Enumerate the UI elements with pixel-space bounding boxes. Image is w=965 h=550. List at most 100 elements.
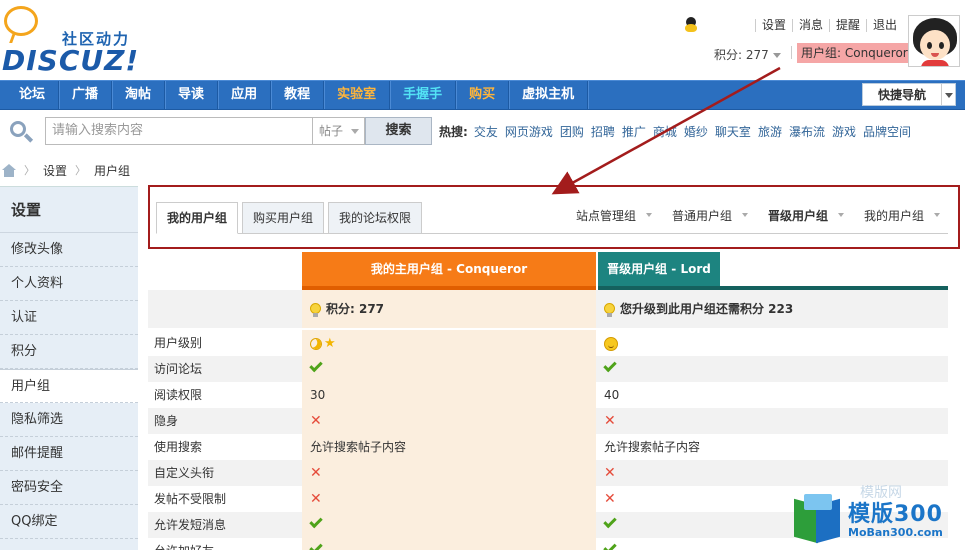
avatar[interactable]: [908, 15, 960, 67]
hot-search-link[interactable]: 游戏: [832, 123, 856, 140]
divider: [791, 46, 792, 59]
cross-icon: ✕: [310, 413, 322, 429]
group-type-menu: 站点管理组 普通用户组 晋级用户组 我的用户组: [576, 207, 960, 224]
bulb-icon: [604, 302, 615, 317]
tab-my-usergroup[interactable]: 我的用户组: [156, 202, 239, 234]
sidebar-item-qq[interactable]: QQ绑定: [0, 505, 138, 539]
nav-item-tutorial[interactable]: 教程: [271, 81, 325, 109]
row-label: 使用搜索: [154, 440, 203, 454]
nav-item-lab[interactable]: 实验室: [324, 81, 391, 109]
group-menu-mine[interactable]: 我的用户组: [864, 207, 941, 224]
site-header: 社区动力 DISCUZ! 设置 消息 提醒 退出 积分: 277 用户组: Co…: [0, 0, 965, 80]
nav-item-handshake[interactable]: 手握手: [390, 81, 457, 109]
sidebar-item-credits[interactable]: 积分: [0, 335, 138, 369]
sidebar-item-avatar[interactable]: 修改头像: [0, 233, 138, 267]
search-input[interactable]: 请输入搜索内容: [45, 117, 313, 145]
search-button[interactable]: 搜索: [365, 117, 432, 145]
hot-search-link[interactable]: 交友: [474, 123, 498, 140]
home-icon[interactable]: [2, 163, 16, 177]
table-cell: ✕: [302, 460, 596, 486]
tab-buy-usergroup[interactable]: 购买用户组: [242, 202, 325, 234]
row-label: 隐身: [154, 414, 179, 428]
current-credit-text: 积分: 277: [326, 302, 385, 316]
search-type-select[interactable]: 帖子: [313, 117, 365, 145]
moon-icon: [308, 335, 324, 352]
sidebar-item-profile[interactable]: 个人资料: [0, 267, 138, 301]
table-row: 用户级别 ★: [148, 330, 948, 356]
hot-search: 热搜: 交友 网页游戏 团购 招聘 推广 商城 婚纱 聊天室 旅游 瀑布流 游戏…: [439, 123, 918, 140]
hot-search-link[interactable]: 品牌空间: [863, 123, 911, 140]
sidebar-item-privacy[interactable]: 隐私筛选: [0, 403, 138, 437]
credits-label: 积分: 277: [714, 48, 769, 62]
cross-icon: ✕: [604, 465, 616, 481]
hot-search-label: 热搜:: [439, 125, 468, 139]
main-nav: 论坛 广播 淘帖 导读 应用 教程 实验室 手握手 购买 虚拟主机 快捷导航: [0, 80, 965, 110]
settings-sidebar: 设置 修改头像 个人资料 认证 积分 用户组 隐私筛选 邮件提醒 密码安全 QQ…: [0, 186, 138, 550]
usergroup-link[interactable]: 用户组: Conqueror: [797, 43, 912, 63]
quick-nav-label: 快捷导航: [877, 88, 926, 102]
logout-link[interactable]: 退出: [865, 18, 903, 32]
hot-search-link[interactable]: 婚纱: [684, 123, 708, 140]
hot-search-link[interactable]: 推广: [622, 123, 646, 140]
hot-search-link[interactable]: 旅游: [758, 123, 782, 140]
chevron-down-icon: [772, 53, 781, 58]
table-cell: ✕: [302, 486, 596, 512]
table-cell: [302, 538, 596, 550]
nav-item-apps[interactable]: 应用: [218, 81, 272, 109]
sidebar-item-verify[interactable]: 认证: [0, 301, 138, 335]
cross-icon: ✕: [604, 491, 616, 507]
hot-search-link[interactable]: 商城: [653, 123, 677, 140]
settings-link[interactable]: 设置: [754, 18, 792, 32]
sidebar-title: 设置: [0, 187, 138, 233]
discuz-logo[interactable]: 社区动力 DISCUZ!: [2, 4, 138, 77]
nav-item-guide[interactable]: 导读: [165, 81, 219, 109]
check-icon: [603, 540, 617, 550]
credits-menu[interactable]: 积分: 277: [714, 46, 781, 63]
tab-forum-permissions[interactable]: 我的论坛权限: [328, 202, 423, 234]
watermark-subtitle: MoBan300.com: [848, 526, 943, 539]
breadcrumb-settings[interactable]: 设置: [43, 162, 67, 179]
table-cell: 40: [604, 388, 620, 402]
breadcrumb: 〉 设置 〉 用户组: [0, 158, 130, 182]
row-label: 阅读权限: [154, 388, 203, 402]
usergroup-tabs: 我的用户组 购买用户组 我的论坛权限: [156, 202, 426, 234]
table-row: 使用搜索 允许搜索帖子内容 允许搜索帖子内容: [148, 434, 948, 460]
nav-item-collection[interactable]: 淘帖: [112, 81, 166, 109]
hot-search-link[interactable]: 瀑布流: [789, 123, 825, 140]
table-cell: 允许搜索帖子内容: [302, 434, 596, 460]
messages-link[interactable]: 消息: [791, 18, 829, 32]
watermark-logo: 模版网 模版300 MoBan300.com: [790, 485, 965, 550]
row-label: 发帖不受限制: [154, 492, 227, 506]
nav-item-hosting[interactable]: 虚拟主机: [509, 81, 589, 109]
sidebar-item-email[interactable]: 邮件提醒: [0, 437, 138, 471]
group-menu-upgrade[interactable]: 晋级用户组: [768, 207, 845, 224]
sidebar-item-password[interactable]: 密码安全: [0, 471, 138, 505]
table-cell: [598, 330, 948, 356]
notifications-link[interactable]: 提醒: [828, 18, 866, 32]
next-group-header: 晋级用户组 - Lord: [598, 252, 720, 290]
group-menu-member[interactable]: 普通用户组: [672, 207, 749, 224]
table-row-credits: 积分: 277 您升级到此用户组还需积分 223: [148, 290, 948, 328]
table-row: 访问论坛: [148, 356, 948, 382]
sidebar-item-usergroup[interactable]: 用户组: [0, 369, 138, 403]
hot-search-link[interactable]: 聊天室: [715, 123, 751, 140]
hot-search-link[interactable]: 网页游戏: [505, 123, 553, 140]
check-icon: [309, 358, 323, 373]
hot-search-link[interactable]: 招聘: [591, 123, 615, 140]
next-credit-text: 您升级到此用户组还需积分 223: [620, 302, 794, 316]
quick-nav-button[interactable]: 快捷导航: [862, 83, 956, 106]
group-menu-admin[interactable]: 站点管理组: [576, 207, 653, 224]
chevron-right-icon: 〉: [75, 164, 87, 177]
table-cell: ✕: [598, 408, 948, 434]
nav-item-forum[interactable]: 论坛: [6, 81, 60, 109]
hot-search-link[interactable]: 团购: [560, 123, 584, 140]
nav-item-buy[interactable]: 购买: [456, 81, 510, 109]
bulb-icon: [310, 302, 321, 317]
qq-icon[interactable]: [683, 17, 699, 33]
table-cell: ✕: [302, 408, 596, 434]
cross-icon: ✕: [310, 465, 322, 481]
table-cell: 您升级到此用户组还需积分 223: [598, 290, 948, 317]
nav-item-broadcast[interactable]: 广播: [59, 81, 113, 109]
search-icon: [10, 121, 34, 143]
table-cell: ★: [302, 330, 596, 356]
